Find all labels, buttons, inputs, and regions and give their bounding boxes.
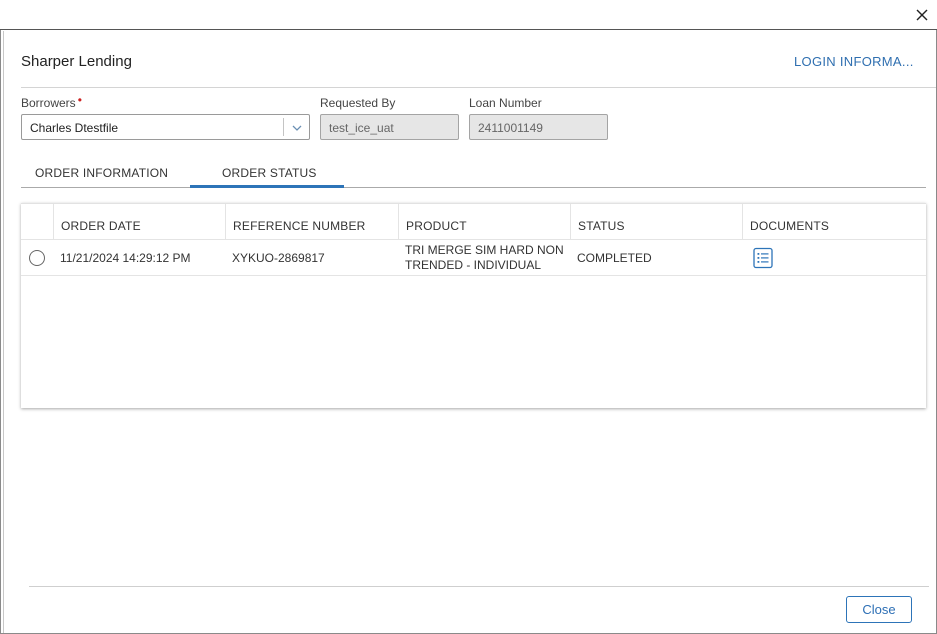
borrowers-select[interactable]: Charles Dtestfile — [21, 114, 310, 140]
requested-by-label: Requested By — [320, 96, 396, 110]
loan-number-label: Loan Number — [469, 96, 542, 110]
select-divider — [283, 118, 284, 136]
chevron-down-icon[interactable] — [290, 121, 304, 133]
cell-product-line1: TRI MERGE SIM HARD NON — [405, 243, 564, 257]
tab-bar: ORDER INFORMATION ORDER STATUS — [21, 158, 926, 188]
cell-product: TRI MERGE SIM HARD NON TRENDED - INDIVID… — [398, 240, 570, 276]
order-dialog: Sharper Lending LOGIN INFORMA... Borrowe… — [3, 31, 936, 633]
loan-number-field: 2411001149 — [469, 114, 608, 140]
column-header-order-date[interactable]: ORDER DATE — [53, 204, 225, 240]
close-icon[interactable] — [912, 5, 932, 25]
requested-by-value: test_ice_uat — [329, 121, 394, 135]
footer-divider — [29, 586, 929, 587]
borrowers-label-text: Borrowers — [21, 96, 76, 110]
requested-by-field: test_ice_uat — [320, 114, 459, 140]
cell-order-date: 11/21/2024 14:29:12 PM — [60, 251, 191, 265]
window-title-bar — [0, 0, 937, 30]
active-tab-indicator — [190, 185, 344, 188]
row-select-radio[interactable] — [29, 250, 45, 266]
dialog-title: Sharper Lending — [21, 53, 132, 70]
borrowers-select-value: Charles Dtestfile — [30, 121, 119, 135]
table-header: ORDER DATE REFERENCE NUMBER PRODUCT STAT… — [21, 204, 926, 240]
column-header-documents[interactable]: DOCUMENTS — [742, 204, 926, 240]
header-divider — [21, 87, 936, 88]
tab-order-information[interactable]: ORDER INFORMATION — [35, 166, 168, 180]
login-information-link[interactable]: LOGIN INFORMA... — [794, 54, 914, 69]
order-status-table: ORDER DATE REFERENCE NUMBER PRODUCT STAT… — [21, 203, 926, 408]
tab-order-status[interactable]: ORDER STATUS — [222, 166, 317, 180]
table-row[interactable]: 11/21/2024 14:29:12 PM XYKUO-2869817 TRI… — [21, 240, 926, 276]
column-header-status[interactable]: STATUS — [570, 204, 742, 240]
cell-documents — [742, 240, 926, 276]
required-indicator: • — [77, 93, 82, 107]
loan-number-value: 2411001149 — [478, 121, 543, 135]
cell-status: COMPLETED — [577, 251, 652, 265]
cell-product-line2: TRENDED - INDIVIDUAL — [405, 258, 542, 272]
close-button[interactable]: Close — [846, 596, 912, 623]
column-header-reference-number[interactable]: REFERENCE NUMBER — [225, 204, 398, 240]
document-list-icon[interactable] — [752, 247, 774, 269]
column-header-product[interactable]: PRODUCT — [398, 204, 570, 240]
borrowers-label: Borrowers • — [21, 93, 82, 110]
cell-reference-number: XYKUO-2869817 — [232, 251, 325, 265]
